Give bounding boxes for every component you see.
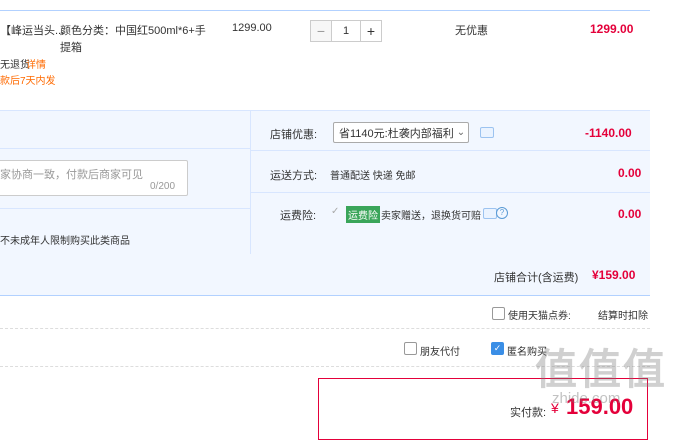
unit-price: 1299.00 [232,22,272,34]
divider-right-1 [251,150,650,151]
watermark-logo: 值值值 [535,346,668,393]
shop-total-value: ¥159.00 [592,268,636,282]
chevron-down-icon: ⌄ [456,127,466,138]
insurance-amount: 0.00 [618,207,642,221]
insurance-tag: 运费险 [346,206,380,223]
discount-select-value: 省1140元:杜袭内部福利 [339,127,454,140]
message-counter: 0/200 [150,181,176,192]
item-spec: 颜色分类：中国红500ml*6+手 [60,25,206,37]
insurance-check-icon: ✓ [331,206,340,217]
plus-button[interactable]: + [360,20,382,42]
age-note: 不未成年人限制购买此类商品 [0,236,130,247]
item-name[interactable]: 【峰运当头... [0,22,64,38]
pay-label: 实付款: [510,407,547,419]
help-icon[interactable]: ? [496,207,508,219]
item-spec-line2: 提箱 [60,42,82,54]
checkout-deduct-note: 结算时扣除 [598,311,648,322]
divider-dashed [0,328,650,329]
shop-total-label: 店铺合计(含运费) [494,272,579,284]
comment-icon[interactable] [480,127,494,138]
divider-left-2 [0,208,250,209]
discount-label: 店铺优惠: [270,129,318,141]
anonymous-checkbox[interactable]: ✓ [491,342,504,355]
friend-pay-checkbox[interactable] [404,342,417,355]
ship-note: 款后7天内发 [0,76,56,87]
watermark-text: zhide.com [552,390,621,407]
delivery-label: 运送方式: [270,170,318,182]
message-placeholder: 家协商一致，付款后商家可见 [0,169,143,181]
delivery-value: 普通配送 快递 免邮 [330,171,416,182]
insurance-label: 运费险: [280,210,317,222]
divider-right-2 [251,192,650,193]
tmall-points-label: 使用天猫点券: [508,311,571,322]
discount-status: 无优惠 [455,25,488,37]
details-link[interactable]: 详情 [26,56,46,71]
delivery-amount: 0.00 [618,166,642,180]
item-subtotal: 1299.00 [590,22,634,36]
comment-icon[interactable] [483,208,497,219]
friend-pay-label: 朋友代付 [420,347,460,358]
divider-vertical [250,111,251,254]
tmall-points-checkbox[interactable] [492,307,505,320]
discount-select[interactable]: 省1140元:杜袭内部福利 ⌄ [333,122,469,143]
quantity-stepper[interactable]: − 1 + [310,20,382,42]
minus-button[interactable]: − [310,20,332,42]
quantity-input[interactable]: 1 [332,20,360,42]
discount-amount: -1140.00 [585,126,632,140]
insurance-value: 卖家赠送，退换货可赔 [381,211,481,222]
divider-left-1 [0,148,250,149]
